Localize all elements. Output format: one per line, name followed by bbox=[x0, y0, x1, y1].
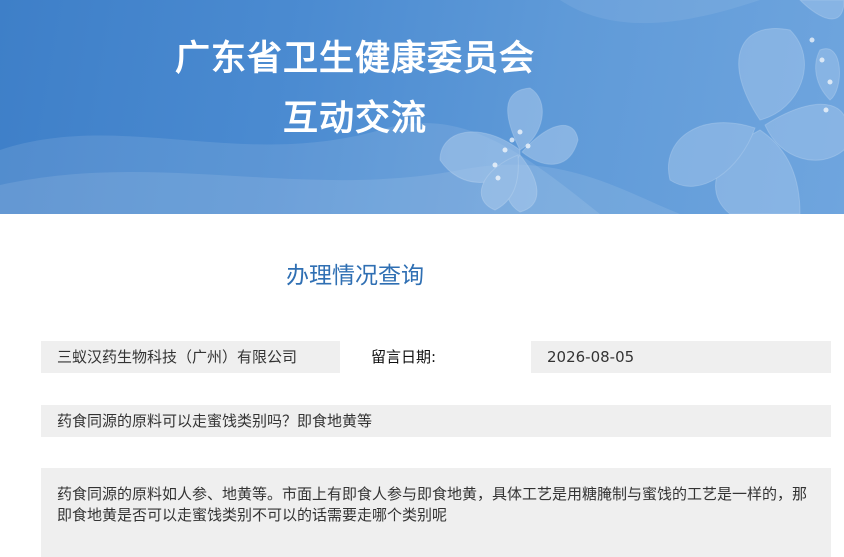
message-subject: 药食同源的原料可以走蜜饯类别吗？即食地黄等 bbox=[41, 405, 831, 437]
banner-title-section: 互动交流 bbox=[282, 99, 427, 139]
message-date-value: 2026-08-05 bbox=[531, 341, 831, 373]
message-content-text: 药食同源的原料如人参、地黄等。市面上有即食人参与即食地黄，具体工艺是用糖腌制与蜜… bbox=[57, 485, 808, 524]
message-content: 药食同源的原料如人参、地黄等。市面上有即食人参与即食地黄，具体工艺是用糖腌制与蜜… bbox=[41, 468, 831, 557]
page-title: 办理情况查询 bbox=[286, 263, 424, 289]
header-banner: 广东省卫生健康委员会 互动交流 bbox=[0, 0, 844, 214]
company-name-field: 三蚁汉药生物科技（广州）有限公司 bbox=[41, 341, 340, 373]
page: 广东省卫生健康委员会 互动交流 办理情况查询 三蚁汉药生物科技（广州）有限公司 … bbox=[0, 0, 844, 557]
banner-title-organization: 广东省卫生健康委员会 bbox=[174, 39, 535, 79]
message-date-label: 留言日期: bbox=[371, 348, 437, 366]
